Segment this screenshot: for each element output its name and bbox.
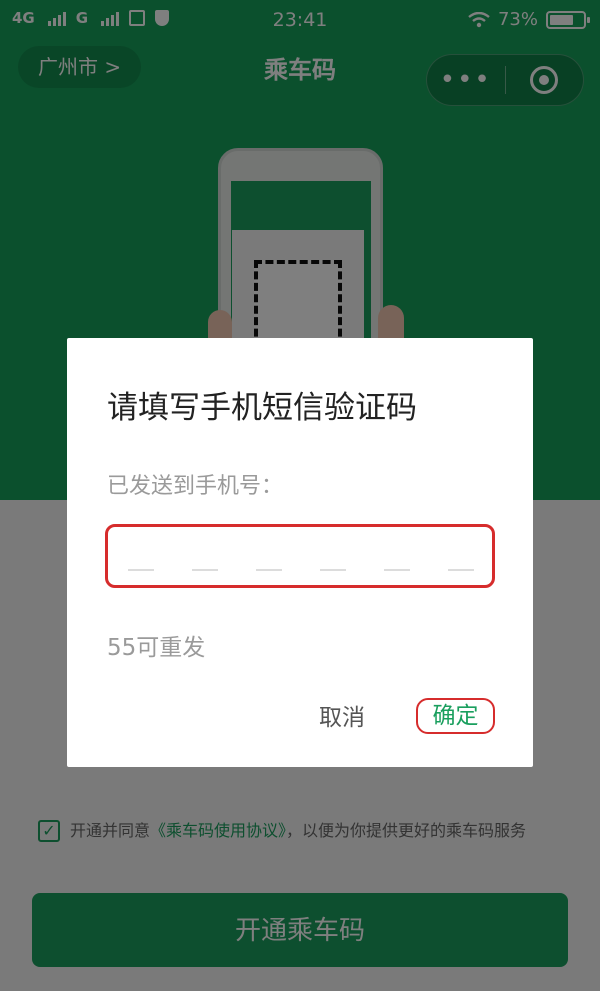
cancel-button[interactable]: 取消 xyxy=(319,698,365,732)
dialog-subtitle: 已发送到手机号： xyxy=(107,474,284,499)
code-digit-slot xyxy=(128,569,154,571)
sms-code-dialog: 请填写手机短信验证码 已发送到手机号： 55可重发 取消 确定 xyxy=(67,338,533,767)
dialog-title: 请填写手机短信验证码 xyxy=(107,390,417,426)
code-digit-slot xyxy=(384,569,410,571)
code-digit-slot xyxy=(256,569,282,571)
confirm-button[interactable]: 确定 xyxy=(416,698,495,734)
sms-code-input[interactable] xyxy=(105,524,495,588)
code-digit-slot xyxy=(320,569,346,571)
code-digit-slot xyxy=(192,569,218,571)
resend-countdown[interactable]: 55可重发 xyxy=(107,628,205,662)
code-digit-slot xyxy=(448,569,474,571)
